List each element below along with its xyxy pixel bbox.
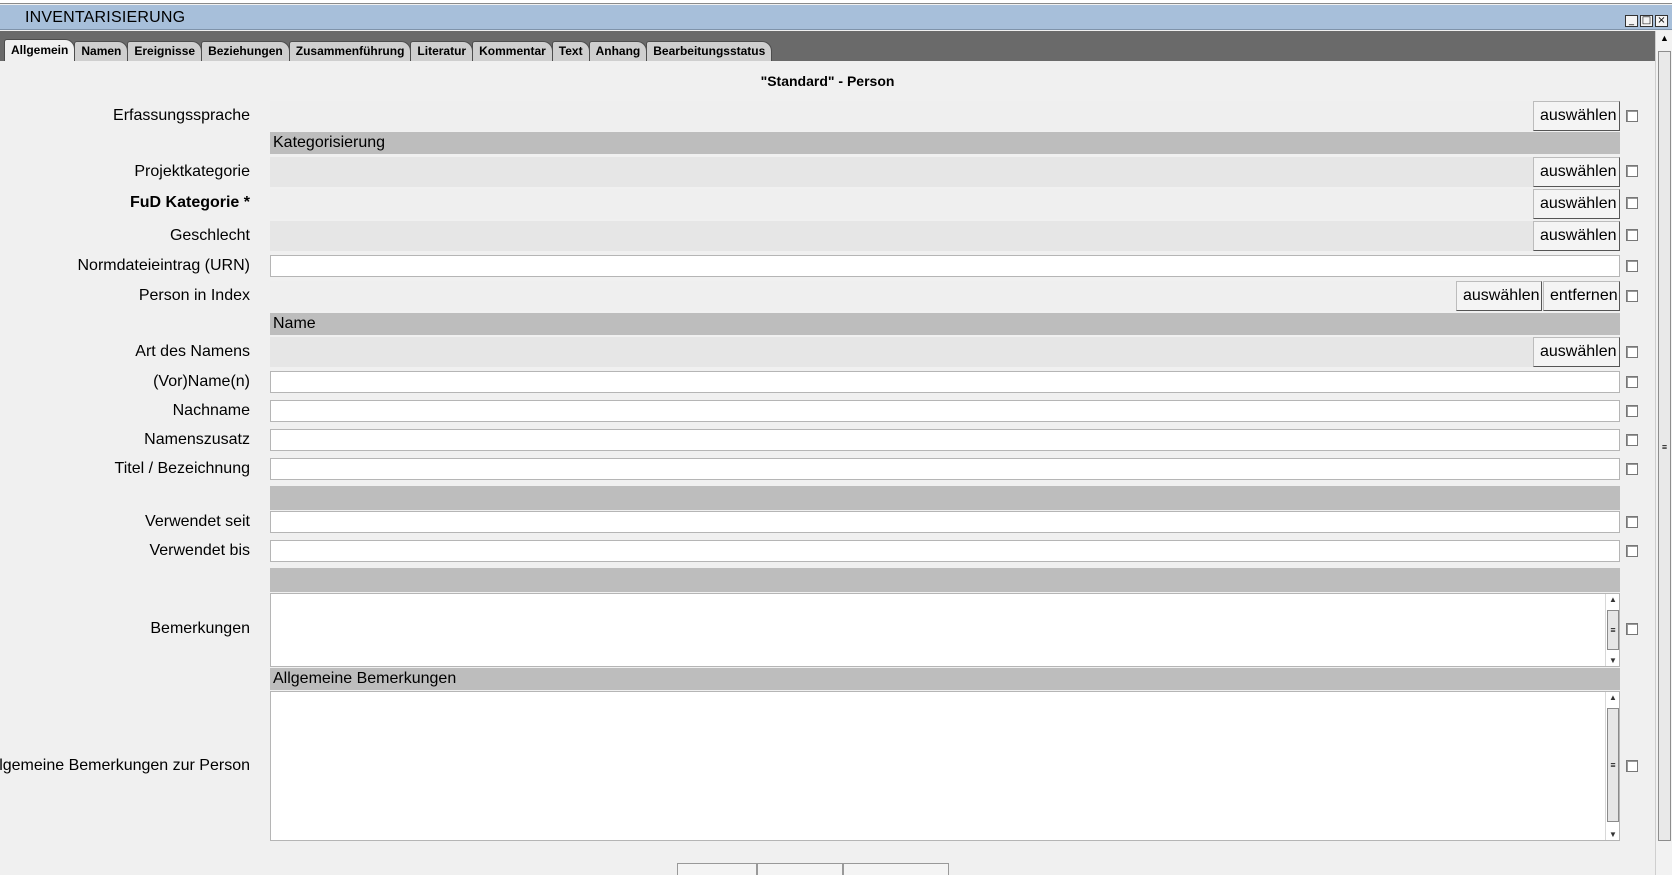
select-row-geschlecht	[270, 221, 1620, 251]
section-separator	[270, 486, 1620, 510]
scroll-grip-icon[interactable]: ≡	[1607, 708, 1619, 822]
bemerkungen-textarea[interactable]: ▲ ≡ ▼	[270, 593, 1620, 667]
checkbox-geschlecht[interactable]	[1626, 229, 1638, 241]
label-projektkategorie: Projektkategorie	[134, 163, 250, 180]
remove-button-person-in-index[interactable]: entfernen	[1543, 281, 1620, 311]
inventarisierung-window: INVENTARISIERUNG _ □ × Allgemein Namen E…	[0, 0, 1672, 875]
scroll-up-icon[interactable]: ▲	[1606, 693, 1620, 702]
checkbox-nachname[interactable]	[1626, 405, 1638, 417]
tab-beziehungen[interactable]: Beziehungen	[201, 41, 290, 61]
allgemeine-bemerkungen-textarea[interactable]: ▲ ≡ ▼	[270, 691, 1620, 841]
bemerkungen-scrollbar[interactable]: ▲ ≡ ▼	[1605, 594, 1619, 666]
form-panel: "Standard" - Person Erfassungssprache au…	[0, 61, 1655, 875]
label-vorname: (Vor)Name(n)	[153, 373, 250, 390]
tab-zusammenfuehrung[interactable]: Zusammenführung	[288, 41, 412, 61]
select-row-projektkategorie	[270, 157, 1620, 187]
tab-text[interactable]: Text	[551, 41, 590, 61]
scroll-down-icon[interactable]: ▼	[1606, 656, 1620, 665]
bottom-button-1[interactable]	[677, 863, 757, 875]
vorname-input[interactable]	[270, 371, 1620, 393]
bottom-button-3[interactable]	[843, 863, 949, 875]
section-separator-2	[270, 568, 1620, 592]
label-namenszusatz: Namenszusatz	[144, 431, 250, 448]
section-header-allgemeine-bemerkungen: Allgemeine Bemerkungen	[270, 668, 1620, 690]
checkbox-vorname[interactable]	[1626, 376, 1638, 388]
checkbox-verwendet-seit[interactable]	[1626, 516, 1638, 528]
main-scrollbar[interactable]: ▲ ≡	[1655, 31, 1672, 875]
label-verwendet-bis: Verwendet bis	[149, 542, 250, 559]
allgemeine-bemerkungen-scrollbar[interactable]: ▲ ≡ ▼	[1605, 692, 1619, 840]
scroll-up-icon[interactable]: ▲	[1656, 33, 1672, 43]
tab-namen[interactable]: Namen	[74, 41, 129, 61]
select-button-person-in-index[interactable]: auswählen	[1456, 281, 1542, 311]
select-button-projektkategorie[interactable]: auswählen	[1533, 157, 1620, 187]
tab-ereignisse[interactable]: Ereignisse	[127, 41, 203, 61]
scroll-grip-icon[interactable]: ≡	[1658, 51, 1671, 841]
scroll-grip-icon[interactable]: ≡	[1607, 610, 1619, 650]
tab-kommentar[interactable]: Kommentar	[472, 41, 553, 61]
select-row-person-in-index	[270, 281, 1620, 311]
label-verwendet-seit: Verwendet seit	[145, 513, 250, 530]
label-allgemeine-bemerkungen-person: Allgemeine Bemerkungen zur Person	[0, 757, 250, 774]
checkbox-person-in-index[interactable]	[1626, 290, 1638, 302]
tab-allgemein[interactable]: Allgemein	[4, 39, 76, 61]
section-header-name: Name	[270, 313, 1620, 335]
checkbox-erfassungssprache[interactable]	[1626, 110, 1638, 122]
label-erfassungssprache: Erfassungssprache	[113, 107, 250, 124]
scroll-down-icon[interactable]: ▼	[1606, 830, 1620, 839]
label-titel-bezeichnung: Titel / Bezeichnung	[114, 460, 250, 477]
select-button-geschlecht[interactable]: auswählen	[1533, 221, 1620, 251]
label-fud-kategorie: FuD Kategorie *	[129, 194, 250, 211]
checkbox-normdateieintrag[interactable]	[1626, 260, 1638, 272]
label-bemerkungen: Bemerkungen	[150, 620, 250, 637]
tab-anhang[interactable]: Anhang	[588, 41, 648, 61]
titel-bezeichnung-input[interactable]	[270, 458, 1620, 480]
nachname-input[interactable]	[270, 400, 1620, 422]
label-art-des-namens: Art des Namens	[135, 343, 250, 360]
maximize-icon[interactable]: □	[1640, 15, 1653, 27]
checkbox-verwendet-bis[interactable]	[1626, 545, 1638, 557]
namenszusatz-input[interactable]	[270, 429, 1620, 451]
tab-bearbeitungsstatus[interactable]: Bearbeitungsstatus	[646, 41, 773, 61]
label-nachname: Nachname	[172, 402, 250, 419]
select-row-art-des-namens	[270, 337, 1620, 367]
verwendet-bis-input[interactable]	[270, 540, 1620, 562]
checkbox-bemerkungen[interactable]	[1626, 623, 1638, 635]
minimize-icon[interactable]: _	[1625, 15, 1638, 27]
top-border	[0, 0, 1672, 4]
label-normdateieintrag: Normdateieintrag (URN)	[77, 257, 251, 274]
checkbox-allgemeine-bemerkungen-person[interactable]	[1626, 760, 1638, 772]
normdateieintrag-input[interactable]	[270, 255, 1620, 277]
select-button-erfassungssprache[interactable]: auswählen	[1533, 101, 1620, 131]
checkbox-titel-bezeichnung[interactable]	[1626, 463, 1638, 475]
checkbox-namenszusatz[interactable]	[1626, 434, 1638, 446]
form-title: "Standard" - Person	[760, 73, 895, 89]
bottom-button-bar	[677, 863, 949, 875]
checkbox-art-des-namens[interactable]	[1626, 346, 1638, 358]
window-title: INVENTARISIERUNG	[25, 9, 186, 26]
checkbox-fud-kategorie[interactable]	[1626, 197, 1638, 209]
scroll-up-icon[interactable]: ▲	[1606, 595, 1620, 604]
tab-literatur[interactable]: Literatur	[410, 41, 474, 61]
title-bar[interactable]: INVENTARISIERUNG _ □ ×	[0, 5, 1672, 30]
bottom-button-2[interactable]	[757, 863, 843, 875]
select-button-fud-kategorie[interactable]: auswählen	[1533, 189, 1620, 219]
label-geschlecht: Geschlecht	[169, 227, 250, 244]
select-row-fud-kategorie	[270, 189, 1620, 219]
tab-bar: Allgemein Namen Ereignisse Beziehungen Z…	[0, 31, 1655, 61]
select-button-art-des-namens[interactable]: auswählen	[1533, 337, 1620, 367]
verwendet-seit-input[interactable]	[270, 511, 1620, 533]
label-person-in-index: Person in Index	[138, 287, 250, 304]
close-icon[interactable]: ×	[1655, 15, 1668, 27]
section-header-kategorisierung: Kategorisierung	[270, 132, 1620, 154]
select-row-erfassungssprache	[270, 101, 1620, 131]
checkbox-projektkategorie[interactable]	[1626, 165, 1638, 177]
